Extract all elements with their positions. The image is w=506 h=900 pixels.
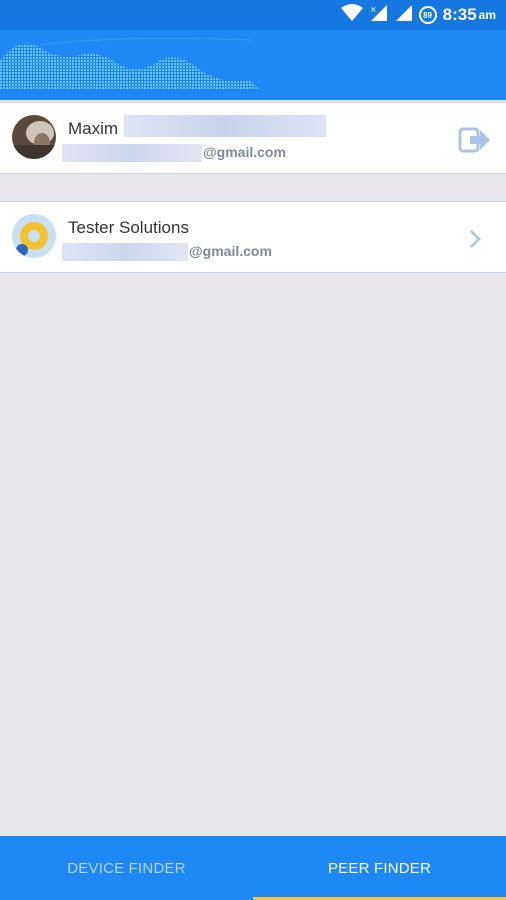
signal-icon — [395, 4, 413, 27]
account-email-domain: @gmail.com — [189, 243, 272, 259]
redacted-email — [62, 144, 202, 162]
status-bar: × 89 8:35 am — [0, 0, 506, 30]
chevron-right-icon[interactable] — [458, 222, 492, 256]
avatar — [12, 115, 56, 159]
account-row-tester-solutions[interactable]: Tester Solutions @gmail.com — [0, 201, 506, 273]
tab-device-finder[interactable]: DEVICE FINDER — [0, 836, 253, 900]
clock-ampm: am — [478, 8, 496, 22]
signal-x-icon: × — [369, 4, 389, 27]
app-header — [0, 30, 506, 100]
redacted-email — [62, 243, 188, 261]
header-wave-decoration — [0, 37, 260, 90]
wifi-icon — [340, 3, 363, 27]
clock-time: 8:35 — [442, 5, 477, 24]
redacted-name — [124, 115, 326, 137]
avatar — [12, 214, 56, 258]
logout-icon[interactable] — [458, 123, 492, 157]
tab-peer-finder[interactable]: PEER FINDER — [253, 836, 506, 900]
tab-label: DEVICE FINDER — [67, 859, 186, 877]
account-row-maxim[interactable]: Maxim @gmail.com — [0, 102, 506, 174]
account-name: Maxim — [68, 119, 119, 138]
account-email-domain: @gmail.com — [203, 144, 286, 160]
battery-icon: 89 — [418, 6, 437, 24]
tab-label: PEER FINDER — [327, 859, 432, 877]
battery-level: 89 — [423, 10, 433, 20]
account-name: Tester Solutions — [68, 218, 189, 237]
svg-text:×: × — [370, 5, 377, 14]
bottom-nav: DEVICE FINDER PEER FINDER — [0, 836, 506, 900]
